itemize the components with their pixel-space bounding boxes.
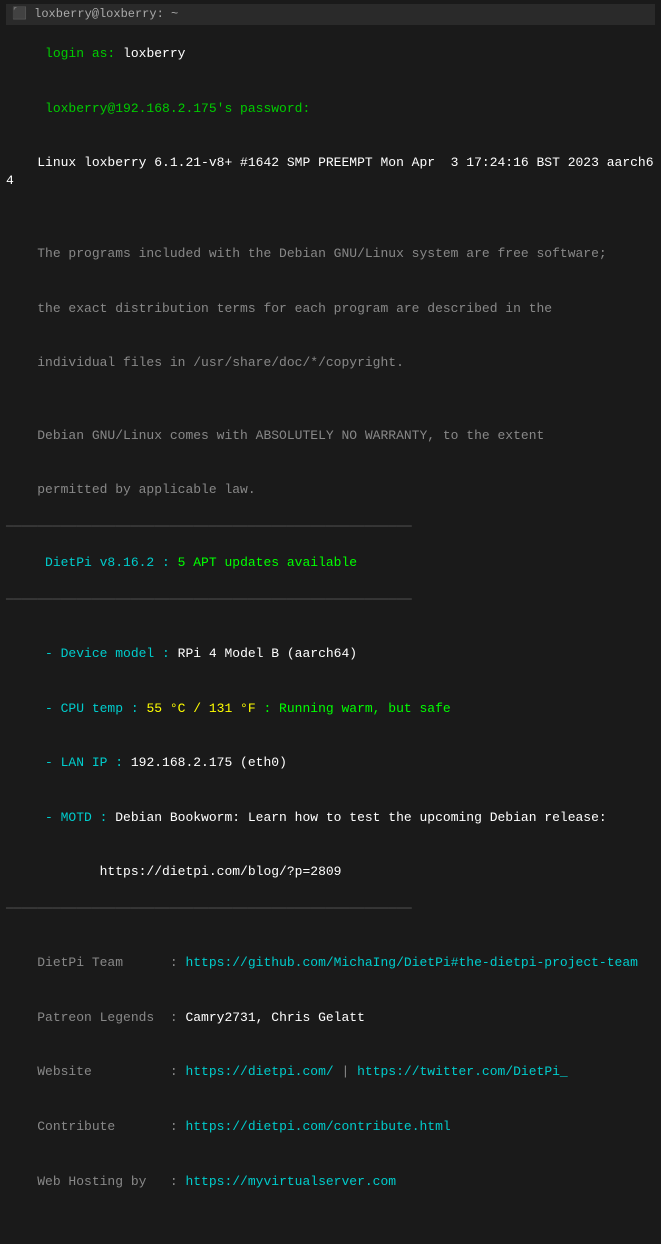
device-model-label: - Device model : <box>37 646 177 661</box>
dietpi-header-line: DietPi v8.16.2 : 5 APT updates available <box>6 536 655 591</box>
team-line: DietPi Team : https://github.com/MichaIn… <box>6 936 655 991</box>
warranty-text-1: Debian GNU/Linux comes with ABSOLUTELY N… <box>37 428 544 443</box>
apt-updates-text: 5 APT updates available <box>178 555 357 570</box>
terminal-title-bar: ⬛ loxberry@loxberry: ~ <box>6 4 655 25</box>
login-user: loxberry <box>123 46 185 61</box>
blank-1 <box>6 209 655 227</box>
patreon-label: Patreon Legends : <box>37 1010 185 1025</box>
programs-line-1: The programs included with the Debian GN… <box>6 227 655 282</box>
terminal: ⬛ loxberry@loxberry: ~ login as: loxberr… <box>6 4 655 1244</box>
motd-line-2: https://dietpi.com/blog/?p=2809 <box>6 845 655 900</box>
blank-5 <box>6 1209 655 1227</box>
password-prompt-line: loxberry@192.168.2.175's password: <box>6 81 655 136</box>
cpu-temp-value: 55 °C / 131 °F <box>146 701 255 716</box>
device-model-value: RPi 4 Model B (aarch64) <box>178 646 357 661</box>
webhosting-label: Web Hosting by : <box>37 1174 185 1189</box>
lan-ip-label: - LAN IP : <box>37 755 131 770</box>
device-model-line: - Device model : RPi 4 Model B (aarch64) <box>6 627 655 682</box>
motd-text: Debian Bookworm: Learn how to test the u… <box>115 810 606 825</box>
contribute-url: https://dietpi.com/contribute.html <box>185 1119 450 1134</box>
motd-line-1: - MOTD : Debian Bookworm: Learn how to t… <box>6 791 655 846</box>
apt-upgrade-line: apt upgrade : Run now to apply 5 availab… <box>6 1227 655 1244</box>
blank-4 <box>6 918 655 936</box>
login-label: login as: <box>37 46 123 61</box>
divider-3: ────────────────────────────────────────… <box>6 900 655 918</box>
warranty-line-2: permitted by applicable law. <box>6 463 655 518</box>
programs-line-2: the exact distribution terms for each pr… <box>6 281 655 336</box>
terminal-icon: ⬛ <box>12 7 27 21</box>
login-line: login as: loxberry <box>6 27 655 82</box>
programs-text-2: the exact distribution terms for each pr… <box>37 301 552 316</box>
team-url: https://github.com/MichaIng/DietPi#the-d… <box>185 955 637 970</box>
website-twitter: https://twitter.com/DietPi_ <box>357 1064 568 1079</box>
divider-2: ────────────────────────────────────────… <box>6 591 655 609</box>
uname-line: Linux loxberry 6.1.21-v8+ #1642 SMP PREE… <box>6 136 655 209</box>
dietpi-version-label: DietPi v8.16.2 : <box>37 555 177 570</box>
website-separator: | <box>334 1064 357 1079</box>
warranty-line-1: Debian GNU/Linux comes with ABSOLUTELY N… <box>6 409 655 464</box>
contribute-label: Contribute : <box>37 1119 185 1134</box>
cpu-temp-status: : Running warm, but safe <box>256 701 451 716</box>
divider-1: ────────────────────────────────────────… <box>6 518 655 536</box>
team-label: DietPi Team : <box>37 955 185 970</box>
uname-text: Linux loxberry 6.1.21-v8+ #1642 SMP PREE… <box>6 155 654 188</box>
website-url: https://dietpi.com/ <box>185 1064 333 1079</box>
motd-url: https://dietpi.com/blog/?p=2809 <box>37 864 341 879</box>
terminal-title: loxberry@loxberry: ~ <box>34 7 178 21</box>
programs-text-3: individual files in /usr/share/doc/*/cop… <box>37 355 404 370</box>
webhosting-line: Web Hosting by : https://myvirtualserver… <box>6 1154 655 1209</box>
website-line: Website : https://dietpi.com/ | https://… <box>6 1045 655 1100</box>
lan-ip-value: 192.168.2.175 (eth0) <box>131 755 287 770</box>
programs-line-3: individual files in /usr/share/doc/*/cop… <box>6 336 655 391</box>
lan-ip-line: - LAN IP : 192.168.2.175 (eth0) <box>6 736 655 791</box>
warranty-text-2: permitted by applicable law. <box>37 482 255 497</box>
cpu-temp-label: - CPU temp : <box>37 701 146 716</box>
cpu-temp-line: - CPU temp : 55 °C / 131 °F : Running wa… <box>6 682 655 737</box>
website-label: Website : <box>37 1064 185 1079</box>
webhosting-url: https://myvirtualserver.com <box>185 1174 396 1189</box>
blank-2 <box>6 391 655 409</box>
contribute-line: Contribute : https://dietpi.com/contribu… <box>6 1100 655 1155</box>
patreon-line: Patreon Legends : Camry2731, Chris Gelat… <box>6 991 655 1046</box>
password-prompt-text: loxberry@192.168.2.175's password: <box>37 101 310 116</box>
patreon-value: Camry2731, Chris Gelatt <box>185 1010 364 1025</box>
blank-3 <box>6 609 655 627</box>
programs-text-1: The programs included with the Debian GN… <box>37 246 607 261</box>
motd-label: - MOTD : <box>37 810 115 825</box>
